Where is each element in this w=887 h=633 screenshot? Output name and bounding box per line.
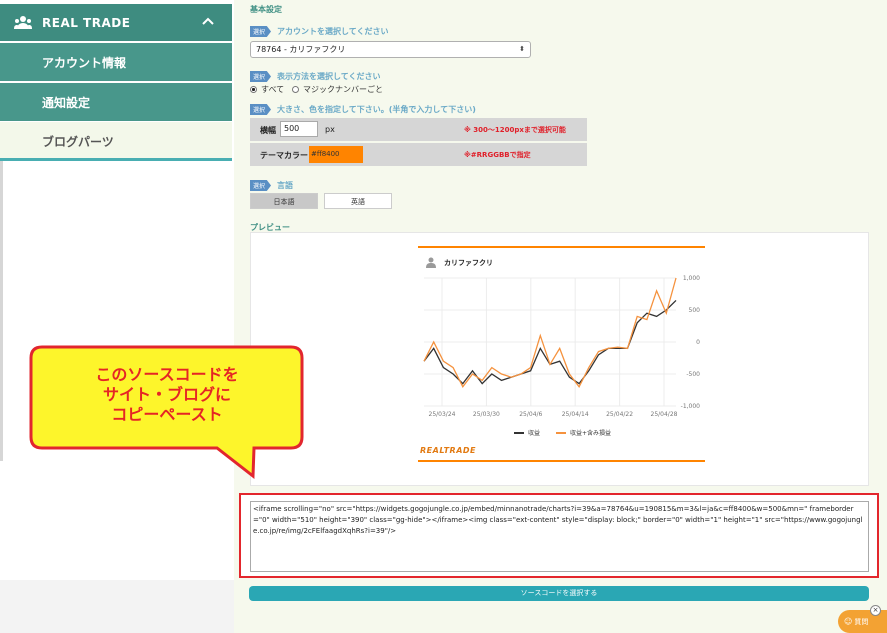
language-english-button[interactable]: 英語 <box>324 193 392 209</box>
sidebar-divider <box>0 161 3 461</box>
sidebar-item-label: 通知設定 <box>42 95 91 110</box>
x-tick-label: 25/04/6 <box>519 411 542 418</box>
language-label: 選択 言語 <box>250 180 293 191</box>
width-input[interactable]: 500 <box>280 121 318 137</box>
select-badge: 選択 <box>250 26 272 37</box>
display-label-text: 表示方法を選択してください <box>277 72 381 81</box>
sidebar-title: REAL TRADE <box>42 15 131 30</box>
series-line-profit-unrealized <box>423 277 677 389</box>
width-label: 横幅 <box>260 126 276 135</box>
select-arrows-icon: ⬍ <box>519 45 525 53</box>
legend-label: 収益+含み損益 <box>570 429 611 437</box>
sidebar-accent-line <box>0 158 232 161</box>
theme-color-input[interactable]: #ff8400 <box>309 146 363 163</box>
radio-all-label: すべて <box>261 85 285 94</box>
account-label: 選択 アカウントを選択してください <box>250 26 389 37</box>
users-icon <box>14 15 32 29</box>
user-icon <box>426 257 436 268</box>
theme-color-note: ※#RRGGBBで指定 <box>464 151 531 159</box>
sidebar-item-label: ブログパーツ <box>42 134 114 149</box>
x-tick-label: 25/03/30 <box>473 411 500 418</box>
select-badge: 選択 <box>250 180 272 191</box>
x-tick-label: 25/03/24 <box>429 411 456 418</box>
sidebar-item-notification-settings[interactable]: 通知設定 <box>0 83 232 121</box>
widget-preview: カリファフクリ 1,000 500 0 -500 -1,000 25/03/24 25/03… <box>418 246 705 463</box>
widget-account-name: カリファフクリ <box>444 259 493 267</box>
y-tick-label: 1,000 <box>683 275 700 282</box>
profit-chart: 1,000 500 0 -500 -1,000 25/03/24 25/03/30 25/04… <box>423 275 701 437</box>
y-tick-label: -500 <box>686 371 700 378</box>
account-select-value: 78764 - カリファフクリ <box>256 45 346 54</box>
account-label-text: アカウントを選択してください <box>277 27 389 36</box>
callout-line: コピーペースト <box>111 405 223 424</box>
sidebar-header-real-trade[interactable]: REAL TRADE <box>0 4 232 41</box>
help-button[interactable]: ☺ 質問 × <box>838 605 887 633</box>
source-code-textarea[interactable]: <iframe scrolling="no" src="https://widg… <box>250 501 869 572</box>
width-note: ※ 300〜1200pxまで選択可能 <box>464 126 566 134</box>
size-label-text: 大きさ、色を指定して下さい。(半角で入力して下さい) <box>277 105 476 114</box>
select-badge: 選択 <box>250 104 272 115</box>
source-code-highlight: <iframe scrolling="no" src="https://widg… <box>239 493 879 578</box>
radio-magic-number[interactable]: マジックナンバーごと <box>292 84 383 95</box>
callout-line: このソースコードを <box>95 365 239 384</box>
width-unit: px <box>325 125 335 134</box>
x-tick-label: 25/04/28 <box>651 411 678 418</box>
display-label: 選択 表示方法を選択してください <box>250 71 381 82</box>
radio-unselected-icon <box>292 86 299 93</box>
chevron-up-icon[interactable] <box>202 16 214 26</box>
legend-label: 収益 <box>528 429 540 437</box>
close-icon[interactable]: × <box>870 605 881 616</box>
language-japanese-button[interactable]: 日本語 <box>250 193 318 209</box>
x-tick-label: 25/04/14 <box>562 411 589 418</box>
account-select[interactable]: 78764 - カリファフクリ ⬍ <box>250 41 531 58</box>
chat-icon: ☺ <box>844 617 853 626</box>
theme-color-row: テーマカラー #ff8400 ※#RRGGBBで指定 <box>250 143 587 166</box>
sidebar-item-label: アカウント情報 <box>42 55 127 70</box>
x-tick-label: 25/04/22 <box>606 411 633 418</box>
footer-gray-area <box>0 580 234 633</box>
sidebar-item-blog-parts[interactable]: ブログパーツ <box>0 122 232 160</box>
widget-bottom-line <box>418 460 705 462</box>
y-tick-label: 0 <box>696 339 700 346</box>
select-source-code-button[interactable]: ソースコードを選択する <box>249 586 869 601</box>
help-label: 質問 <box>854 617 869 626</box>
y-tick-label: 500 <box>689 307 701 314</box>
callout-text: このソースコードを サイト・ブログに コピーペースト <box>33 365 301 425</box>
language-label-text: 言語 <box>277 181 294 190</box>
size-label: 選択 大きさ、色を指定して下さい。(半角で入力して下さい) <box>250 104 476 115</box>
width-row: 横幅 500 px ※ 300〜1200pxまで選択可能 <box>250 118 587 141</box>
sidebar-item-account-info[interactable]: アカウント情報 <box>0 43 232 81</box>
sidebar: REAL TRADE アカウント情報 通知設定 ブログパーツ <box>0 0 232 633</box>
radio-all[interactable]: すべて <box>250 84 284 95</box>
widget-top-line <box>418 246 705 248</box>
radio-selected-icon <box>250 86 257 93</box>
radio-magic-number-label: マジックナンバーごと <box>303 85 383 94</box>
y-tick-label: -1,000 <box>681 403 701 410</box>
realtrade-logo: REALTRADE <box>420 446 477 455</box>
select-badge: 選択 <box>250 71 272 82</box>
section-title: 基本設定 <box>250 5 282 14</box>
theme-color-label: テーマカラー <box>260 151 308 160</box>
callout-line: サイト・ブログに <box>102 385 231 404</box>
